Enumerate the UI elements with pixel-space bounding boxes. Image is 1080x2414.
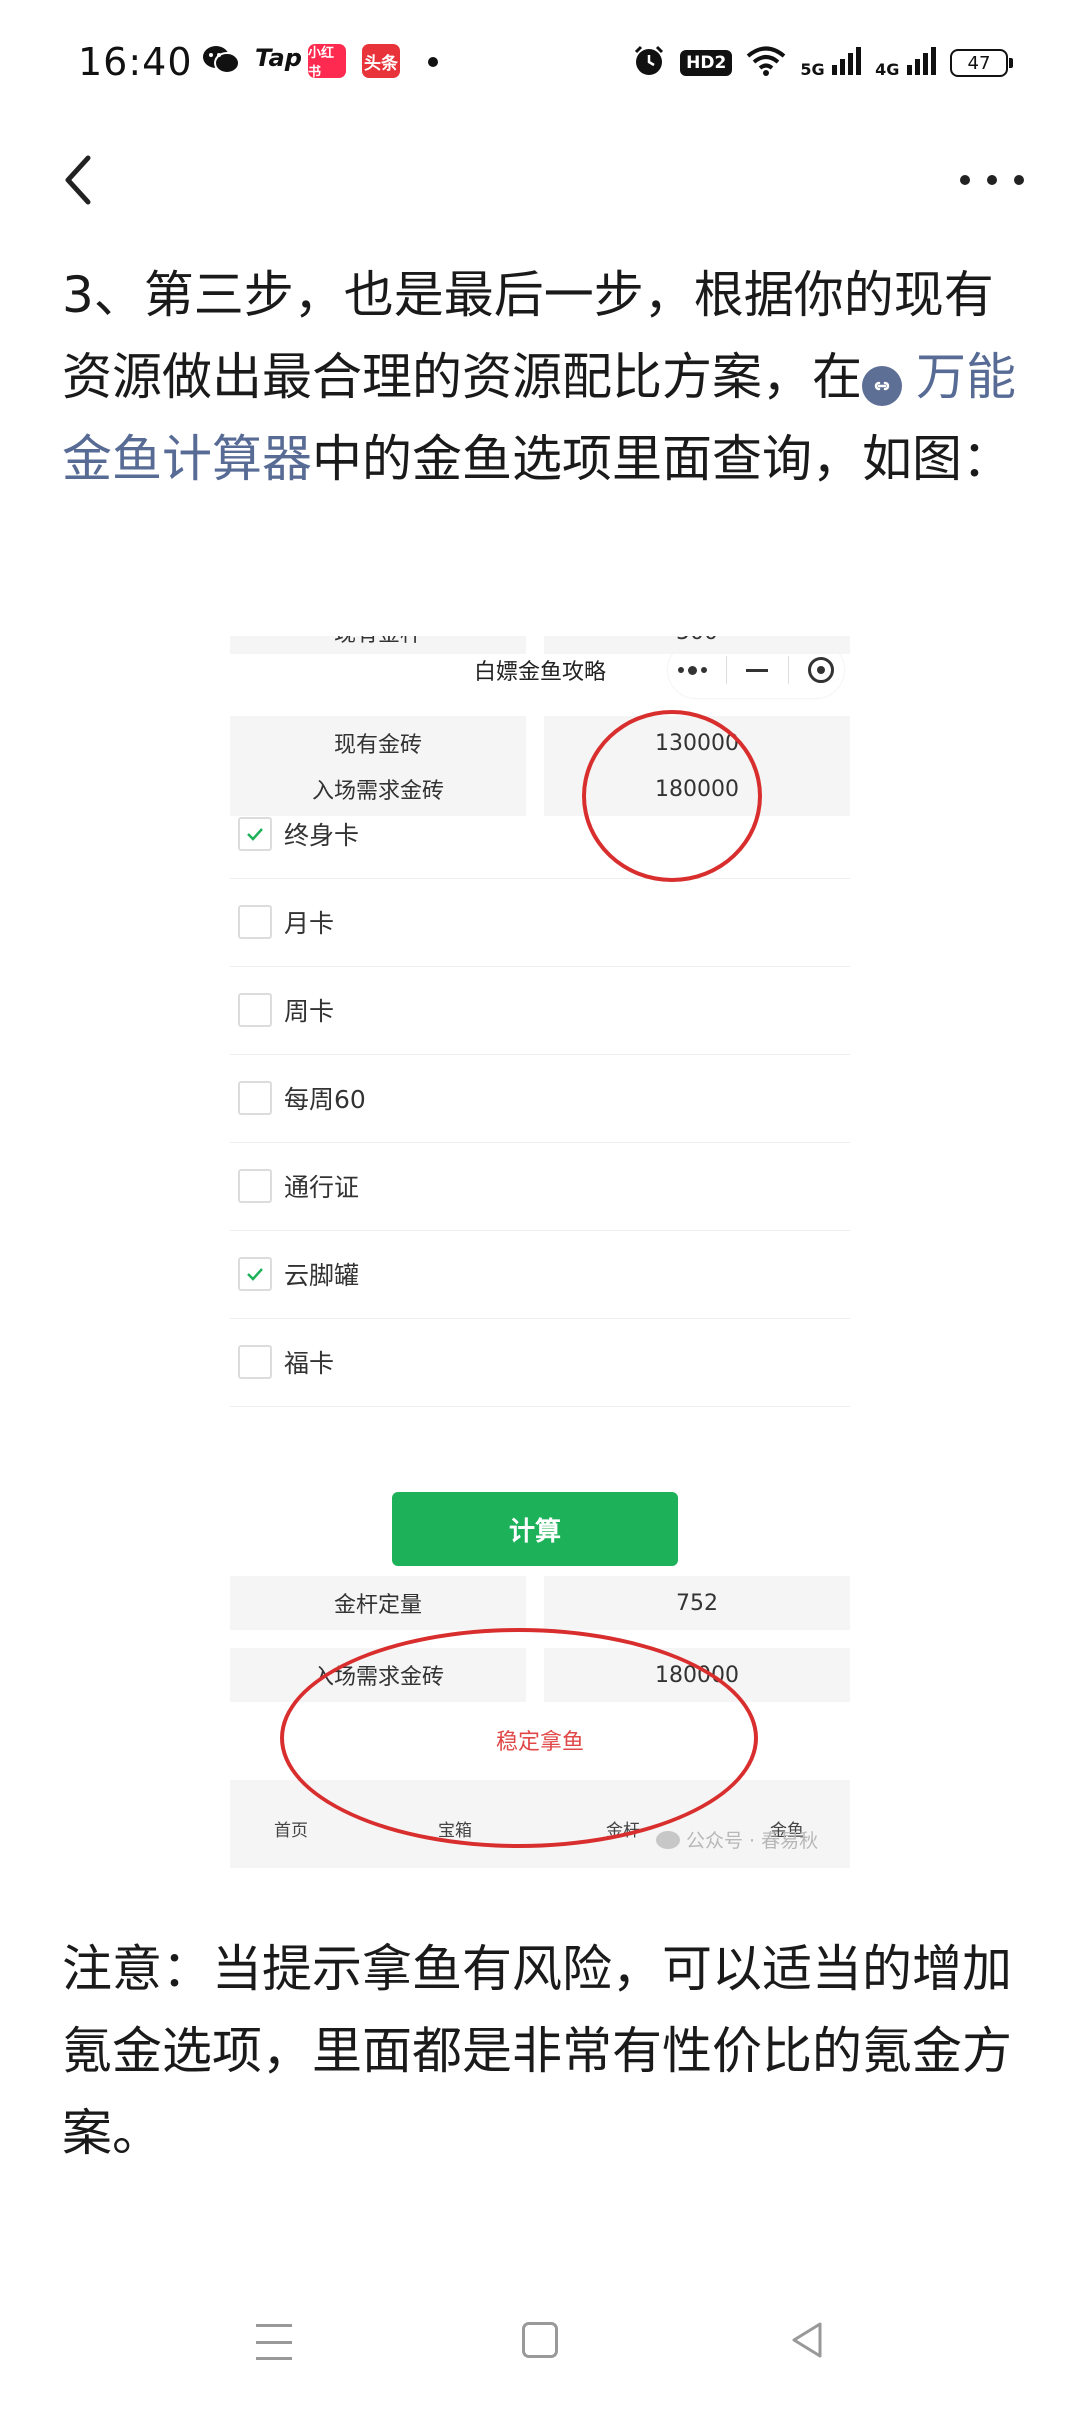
checkbox-unchecked[interactable] xyxy=(238,905,272,939)
wechat-official-icon xyxy=(656,1830,680,1849)
option-label: 每周60 xyxy=(284,1085,366,1114)
signal-icon-5g: 5G xyxy=(800,47,862,79)
paragraph-text-tail: 中的金鱼选项里面查询，如图： xyxy=(312,430,1012,488)
option-monthly-card[interactable]: 月卡 xyxy=(230,878,850,967)
signal-icon-4g: 4G xyxy=(875,47,936,79)
more-dot xyxy=(1014,175,1024,185)
xiaohongshu-icon: 小红书 xyxy=(308,44,346,80)
calculate-button[interactable]: 计算 xyxy=(392,1492,678,1566)
check-icon xyxy=(247,828,263,841)
tap-icon: Tap xyxy=(255,44,302,72)
status-time: 16:40 xyxy=(78,40,193,84)
network-4g-label: 4G xyxy=(875,60,900,79)
toutiao-icon: 头条 xyxy=(362,44,400,78)
option-label: 月卡 xyxy=(284,909,335,938)
highlight-circle-bottom xyxy=(280,1628,758,1848)
status-bar: 16:40 Tap 小红书 头条 HD2 5G 4G 47 xyxy=(0,0,1080,130)
tab-home[interactable]: 首页 xyxy=(274,1816,308,1841)
back-button[interactable] xyxy=(56,150,106,210)
more-button[interactable] xyxy=(960,160,1024,200)
existing-rod-label: 现有金杆 xyxy=(230,636,526,654)
checkbox-checked[interactable] xyxy=(238,1257,272,1291)
home-icon[interactable] xyxy=(522,2322,558,2358)
option-label: 通行证 xyxy=(284,1173,360,1202)
alarm-icon xyxy=(632,44,666,82)
option-label: 云脚罐 xyxy=(284,1261,360,1290)
more-dot xyxy=(987,175,997,185)
more-dots-icon xyxy=(677,665,707,675)
capsule-divider xyxy=(726,656,728,684)
mini-program-icon xyxy=(862,366,902,406)
system-status-icons: HD2 5G 4G 47 xyxy=(632,44,1013,82)
paragraph-text: 3、第三步，也是最后一步，根据你的现有资源做出最合理的资源配比方案，在 xyxy=(62,266,994,406)
checkbox-unchecked[interactable] xyxy=(238,993,272,1027)
wechat-icon xyxy=(202,44,240,76)
checkbox-checked[interactable] xyxy=(238,817,272,851)
hd-voice-icon: HD2 xyxy=(680,50,733,76)
option-lucky-card[interactable]: 福卡 xyxy=(230,1318,850,1407)
article-paragraph-step3: 3、第三步，也是最后一步，根据你的现有资源做出最合理的资源配比方案，在 万能金鱼计… xyxy=(62,254,1022,500)
option-cloud-jar[interactable]: 云脚罐 xyxy=(230,1230,850,1319)
close-target-icon xyxy=(808,657,835,683)
existing-rod-value: 500 xyxy=(544,636,850,654)
more-dot xyxy=(960,175,970,185)
battery-icon: 47 xyxy=(950,49,1013,77)
highlight-circle-top xyxy=(582,710,762,882)
rod-quantity-label: 金杆定量 xyxy=(230,1576,526,1630)
checkbox-unchecked[interactable] xyxy=(238,1169,272,1203)
menu-icon[interactable] xyxy=(256,2324,292,2360)
option-weekly-60[interactable]: 每周60 xyxy=(230,1054,850,1143)
minimize-icon xyxy=(746,668,769,672)
chevron-left-icon xyxy=(65,155,91,205)
rod-quantity-value: 752 xyxy=(544,1576,850,1630)
option-weekly-card[interactable]: 周卡 xyxy=(230,966,850,1055)
capsule-divider xyxy=(787,656,789,684)
back-triangle-icon[interactable] xyxy=(786,2318,830,2362)
watermark: 公众号 · 春易秋 xyxy=(656,1826,818,1853)
more-notifications-dot xyxy=(428,57,438,67)
option-label: 周卡 xyxy=(284,997,335,1026)
option-battle-pass[interactable]: 通行证 xyxy=(230,1142,850,1231)
watermark-text: 公众号 · 春易秋 xyxy=(686,1830,819,1852)
option-label: 终身卡 xyxy=(284,821,360,850)
article-image-calculator-screenshot[interactable]: 白嫖金鱼攻略 现有金杆 500 现有金砖 130000 入场需求金砖 18000… xyxy=(228,636,852,1872)
check-icon xyxy=(247,1268,263,1281)
article-paragraph-note: 注意：当提示拿鱼有风险，可以适当的增加氪金选项，里面都是非常有性价比的氪金方案。 xyxy=(62,1940,1012,2162)
checkbox-unchecked[interactable] xyxy=(238,1345,272,1379)
option-label: 福卡 xyxy=(284,1349,335,1378)
checkbox-unchecked[interactable] xyxy=(238,1081,272,1115)
wifi-icon xyxy=(746,46,786,80)
network-5g-label: 5G xyxy=(800,60,825,79)
